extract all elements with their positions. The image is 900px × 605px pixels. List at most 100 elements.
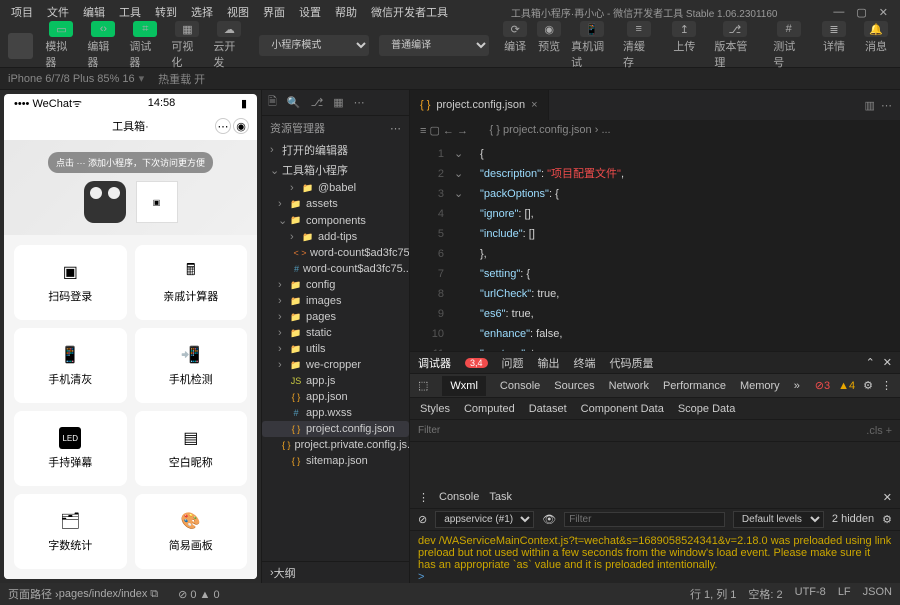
tree-item[interactable]: ›📁add-tips [262, 229, 409, 245]
tree-item[interactable]: ›📁@babel [262, 180, 409, 196]
page-path[interactable]: pages/index/index [59, 588, 148, 600]
menu-help[interactable]: 帮助 [328, 1, 364, 23]
split-icon[interactable]: ▥ [864, 100, 874, 112]
tree-item[interactable]: JSapp.js [262, 373, 409, 389]
realdev-button[interactable]: 📱真机调试 [567, 19, 617, 72]
tree-item[interactable]: ›📁static [262, 325, 409, 341]
project-root[interactable]: ⌄工具箱小程序 [262, 160, 409, 180]
page-path-label[interactable]: 页面路径 › [8, 586, 59, 602]
avatar[interactable] [8, 33, 33, 59]
more-tabs-icon[interactable]: » [794, 380, 800, 392]
tree-item[interactable]: < >word-count$ad3fc75... [262, 245, 409, 261]
phone-preview[interactable]: •••• WeChatᯤ14:58▮ 工具箱·⋯◉ 点击 ··· 添加小程序，下… [4, 94, 257, 579]
simulator-button[interactable]: ▭模拟器 [41, 19, 81, 72]
more-icon[interactable]: ⋯ [390, 122, 401, 135]
card-detect[interactable]: 📲手机检测 [135, 328, 248, 403]
error-count[interactable]: ⊘3 [815, 379, 830, 392]
more-icon[interactable]: ⋯ [354, 96, 365, 109]
more-icon[interactable]: ⋮ [881, 379, 892, 392]
card-scan[interactable]: ▣扫码登录 [14, 245, 127, 320]
visualize-button[interactable]: ▦可视化 [167, 19, 207, 72]
gear-icon[interactable]: ⚙ [863, 379, 873, 392]
console-output[interactable]: dev /WAServiceMainContext.js?t=wechat&s=… [410, 531, 900, 584]
tree-item[interactable]: { }app.json [262, 389, 409, 405]
upload-button[interactable]: ↥上传 [668, 19, 700, 72]
card-clean[interactable]: 📱手机清灰 [14, 328, 127, 403]
console-filter-input[interactable] [564, 512, 725, 527]
chevron-up-icon[interactable]: ⌃ [866, 356, 875, 369]
tree-item[interactable]: { }project.private.config.js... [262, 437, 409, 453]
levels-select[interactable]: Default levels [733, 511, 824, 528]
cls-button[interactable]: .cls [866, 425, 883, 437]
encoding[interactable]: UTF-8 [795, 586, 826, 602]
devtools-tab-output[interactable]: 输出 [538, 355, 560, 371]
problems-status[interactable]: ⊘ 0 ▲ 0 [178, 588, 220, 601]
cloud-button[interactable]: ☁云开发 [209, 19, 249, 72]
performance-tab[interactable]: Performance [663, 380, 726, 392]
tree-item[interactable]: ›📁images [262, 293, 409, 309]
task-drawer-tab[interactable]: Task [489, 491, 512, 503]
more-icon[interactable]: ⋯ [215, 118, 231, 134]
search-icon[interactable]: 🔍 [287, 96, 301, 109]
style-filter-input[interactable] [418, 425, 866, 436]
device-select[interactable]: iPhone 6/7/8 Plus 85% 16 [8, 73, 135, 85]
open-editors[interactable]: ›打开的编辑器 [262, 140, 409, 160]
close-tab-icon[interactable]: × [531, 99, 537, 111]
eye-icon[interactable]: 👁 [542, 513, 556, 526]
more-icon[interactable]: ⋯ [881, 100, 892, 112]
sources-tab[interactable]: Sources [554, 380, 594, 392]
context-select[interactable]: appservice (#1) [435, 511, 534, 528]
testnum-button[interactable]: #测试号 [769, 19, 808, 72]
dataset-tab[interactable]: Dataset [529, 403, 567, 415]
card-barrage[interactable]: LED手持弹幕 [14, 411, 127, 486]
breadcrumb[interactable]: ≡ ▢ ← → { } project.config.json › ... [410, 120, 900, 140]
gear-icon[interactable]: ⚙ [882, 513, 892, 526]
editor-button[interactable]: ‹›编辑器 [83, 19, 123, 72]
computed-tab[interactable]: Computed [464, 403, 515, 415]
details-button[interactable]: ≣详情 [818, 19, 850, 72]
card-draw[interactable]: 🎨简易画板 [135, 494, 248, 569]
devtools-tab-problems[interactable]: 问题 [502, 355, 524, 371]
tree-item[interactable]: ›📁assets [262, 196, 409, 212]
card-blank[interactable]: ▤空白昵称 [135, 411, 248, 486]
tree-item[interactable]: { }project.config.json [262, 421, 409, 437]
styles-tab[interactable]: Styles [420, 403, 450, 415]
close-icon[interactable]: ✕ [879, 6, 888, 19]
mode-select[interactable]: 小程序模式 [259, 35, 369, 56]
spaces[interactable]: 空格: 2 [748, 586, 782, 602]
message-button[interactable]: 🔔消息 [860, 19, 892, 72]
tree-item[interactable]: #word-count$ad3fc75... [262, 261, 409, 277]
code-editor[interactable]: 1234567891011 ⌄⌄⌄ { "description": "项目配置… [410, 140, 900, 351]
compile-button[interactable]: ⟳编译 [499, 19, 531, 72]
minimize-icon[interactable]: — [833, 6, 844, 19]
devtools-tab-debugger[interactable]: 调试器 [418, 355, 451, 371]
menu-devtools[interactable]: 微信开发者工具 [364, 1, 455, 23]
devtools-tab-terminal[interactable]: 终端 [574, 355, 596, 371]
close-icon[interactable]: ✕ [883, 356, 892, 369]
version-button[interactable]: ⎇版本管理 [710, 19, 759, 72]
clear-button[interactable]: ≡清缓存 [619, 19, 658, 72]
compdata-tab[interactable]: Component Data [581, 403, 664, 415]
files-icon[interactable]: 🗎 [268, 93, 277, 112]
scopedata-tab[interactable]: Scope Data [678, 403, 735, 415]
outline-section[interactable]: ›大纲 [262, 561, 409, 583]
ext-icon[interactable]: ▦ [333, 96, 343, 109]
memory-tab[interactable]: Memory [740, 380, 780, 392]
tree-item[interactable]: ›📁we-cropper [262, 357, 409, 373]
wxml-tab[interactable]: Wxml [442, 376, 486, 396]
tab-active[interactable]: { }project.config.json× [410, 90, 549, 120]
card-count[interactable]: 🗂字数统计 [14, 494, 127, 569]
console-tab[interactable]: Console [500, 380, 540, 392]
inspect-icon[interactable]: ⬚ [418, 379, 428, 392]
clear-console-icon[interactable]: ⊘ [418, 513, 427, 526]
tree-item[interactable]: ›📁utils [262, 341, 409, 357]
hot-reload-toggle[interactable]: 热重载 开 [158, 71, 205, 87]
lang-mode[interactable]: JSON [863, 586, 892, 602]
eol[interactable]: LF [838, 586, 851, 602]
console-drawer-icon[interactable]: ⋮ [418, 491, 429, 504]
preview-button[interactable]: ◉预览 [533, 19, 565, 72]
card-calc[interactable]: 🖩亲戚计算器 [135, 245, 248, 320]
menu-ui[interactable]: 界面 [256, 1, 292, 23]
tree-item[interactable]: ›📁pages [262, 309, 409, 325]
warn-count[interactable]: ▲4 [838, 380, 855, 392]
